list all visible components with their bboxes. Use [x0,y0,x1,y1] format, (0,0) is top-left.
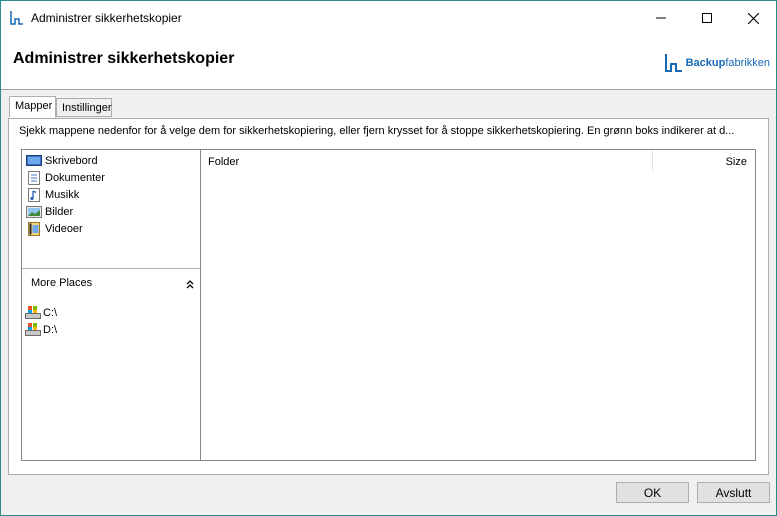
drive-item-c[interactable]: C:\ [25,304,57,321]
list-column-header: Folder Size [201,150,754,172]
ok-button[interactable]: OK [616,482,689,503]
title-bar[interactable]: Administrer sikkerhetskopier [1,1,776,35]
column-header-folder[interactable]: Folder [208,156,239,168]
drive-item-d[interactable]: D:\ [25,321,57,338]
pictures-icon [26,205,42,219]
folder-item-dokumenter[interactable]: Dokumenter [26,169,105,186]
folder-label: Skrivebord [45,154,98,167]
maximize-button[interactable] [684,1,730,35]
drive-label: D:\ [43,323,58,336]
drive-icon [25,322,41,337]
folder-item-bilder[interactable]: Bilder [26,203,105,220]
maximize-icon [702,13,712,23]
minimize-icon [656,17,666,19]
folder-label: Bilder [45,205,74,218]
folder-tree-pane: Skrivebord Dokumenter Musikk Bilder Vide… [21,149,201,461]
main-window: Administrer sikkerhetskopier Administrer… [0,0,777,516]
tab-panel-mapper: Sjekk mappene nedenfor for å velge dem f… [8,118,769,475]
tab-mapper[interactable]: Mapper [9,96,56,118]
folder-item-skrivebord[interactable]: Skrivebord [26,152,105,169]
page-title: Administrer sikkerhetskopier [13,50,235,67]
instruction-text: Sjekk mappene nedenfor for å velge dem f… [19,125,735,137]
folder-contents-list[interactable]: Folder Size [201,149,756,461]
close-icon [747,12,759,24]
folder-label: Videoer [45,222,83,235]
app-logo-icon [9,10,25,26]
folder-label: Dokumenter [45,171,105,184]
divider [22,268,200,269]
documents-icon [26,170,42,185]
backupfabrikken-logo-icon [664,54,682,72]
music-icon [26,187,42,202]
folder-item-musikk[interactable]: Musikk [26,186,105,203]
column-separator[interactable] [652,150,653,172]
tab-instillinger[interactable]: Instillinger [56,98,112,117]
exit-button[interactable]: Avslutt [697,482,770,503]
double-chevron-up-icon [186,280,194,289]
folder-item-videoer[interactable]: Videoer [26,220,105,237]
folder-label: Musikk [45,188,80,201]
minimize-button[interactable] [638,1,684,35]
desktop-icon [26,154,42,168]
logo-text-bold: Backup [685,57,726,69]
more-places-label: More Places [31,277,93,289]
folder-list: Skrivebord Dokumenter Musikk Bilder Vide… [26,152,105,237]
header-banner: Administrer sikkerhetskopier Backupfabri… [1,35,776,90]
drive-icon [25,305,41,320]
window-title: Administrer sikkerhetskopier [31,11,182,25]
brand-logo: Backupfabrikken [663,52,770,74]
videos-icon [26,221,42,236]
drive-list: C:\ D:\ [25,304,57,338]
column-header-size[interactable]: Size [726,156,747,168]
close-button[interactable] [730,1,776,35]
drive-label: C:\ [43,306,58,319]
logo-text-rest: fabrikken [725,57,770,69]
collapse-more-places-button[interactable] [185,278,195,289]
